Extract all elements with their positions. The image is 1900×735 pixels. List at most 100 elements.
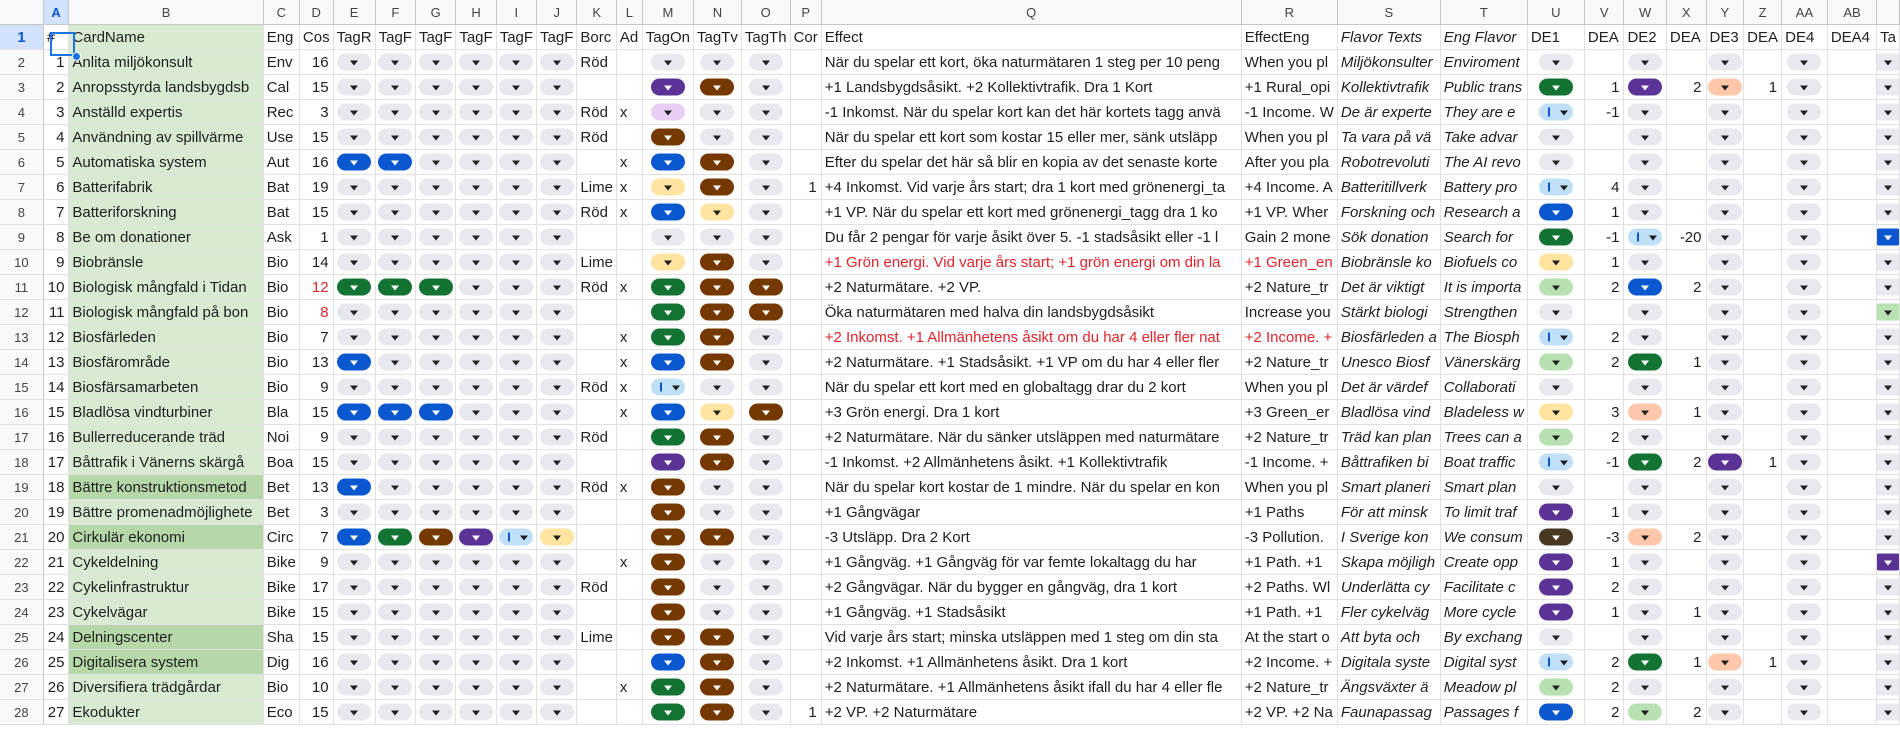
cell-b[interactable]: Bättre promenadmöjlighete [68, 499, 264, 525]
cell-aa[interactable] [1781, 374, 1828, 400]
cell-v[interactable]: 1 [1584, 199, 1625, 225]
tag-dropdown-chip[interactable] [459, 203, 493, 221]
cell-ac[interactable] [1876, 499, 1900, 525]
cell-p[interactable] [790, 324, 822, 350]
tag-dropdown-chip[interactable] [1707, 378, 1742, 396]
column-header[interactable]: R [1241, 0, 1338, 25]
cell-s[interactable]: Robotrevoluti [1337, 149, 1441, 175]
cell-x[interactable] [1666, 574, 1707, 600]
cell-r[interactable]: -3 Pollution. [1241, 524, 1338, 550]
tag-dropdown-chip[interactable] [378, 178, 413, 196]
cell-o[interactable] [741, 399, 791, 425]
cell-a[interactable]: 1 [43, 49, 70, 75]
cell-q[interactable]: +2 Naturmätare. +2 VP. [821, 274, 1242, 300]
cell-j[interactable] [536, 474, 578, 500]
cell-o[interactable] [741, 549, 791, 575]
tag-dropdown-chip[interactable] [650, 303, 685, 321]
cell-q[interactable]: +2 Naturmätare. +1 Stadsåsikt. +1 VP om … [821, 349, 1242, 375]
cell-nn[interactable] [693, 674, 742, 700]
cell-t[interactable]: Vänerskärg [1440, 349, 1528, 375]
tag-dropdown-chip[interactable] [1538, 128, 1573, 146]
cell-l[interactable]: x [616, 549, 643, 575]
tag-dropdown-chip[interactable] [700, 128, 735, 146]
cell-r[interactable]: +2 Income. + [1241, 324, 1338, 350]
cell-s[interactable]: Bladlösa vind [1337, 399, 1441, 425]
cell-z[interactable] [1743, 699, 1783, 725]
tag-dropdown-chip[interactable] [650, 403, 685, 421]
tag-dropdown-chip[interactable] [1787, 53, 1822, 71]
tag-dropdown-chip[interactable] [1876, 78, 1899, 96]
tag-dropdown-chip[interactable] [459, 253, 493, 271]
cell-v[interactable]: 2 [1584, 574, 1625, 600]
tag-dropdown-chip[interactable] [1876, 278, 1899, 296]
cell-z[interactable] [1743, 124, 1783, 150]
cell-p[interactable] [790, 374, 822, 400]
header-cell[interactable]: Cos [299, 24, 334, 50]
cell-c[interactable]: Bat [263, 199, 300, 225]
cell-r[interactable]: Increase you [1241, 299, 1338, 325]
cell-l[interactable] [616, 499, 643, 525]
cell-a[interactable]: 13 [43, 349, 70, 375]
cell-ac[interactable] [1876, 349, 1900, 375]
cell-o[interactable] [741, 224, 791, 250]
tag-dropdown-chip[interactable] [459, 378, 493, 396]
tag-dropdown-chip[interactable] [1538, 553, 1573, 571]
cell-e[interactable] [333, 249, 376, 275]
select-all-corner[interactable] [0, 0, 44, 25]
cell-e[interactable] [333, 699, 376, 725]
tag-dropdown-chip[interactable] [1876, 53, 1899, 71]
cell-c[interactable]: Bike [263, 599, 300, 625]
cell-w[interactable] [1623, 449, 1667, 475]
cell-v[interactable]: 1 [1584, 249, 1625, 275]
tag-dropdown-chip[interactable] [337, 628, 372, 646]
tag-dropdown-chip[interactable] [650, 553, 685, 571]
cell-y[interactable] [1706, 399, 1745, 425]
cell-e[interactable] [333, 624, 376, 650]
tag-dropdown-chip[interactable] [378, 203, 413, 221]
cell-k[interactable] [576, 324, 617, 350]
cell-c[interactable]: Aut [263, 149, 300, 175]
cell-b[interactable]: Be om donationer [68, 224, 264, 250]
tag-dropdown-chip[interactable] [650, 53, 685, 71]
cell-a[interactable]: 7 [43, 199, 70, 225]
cell-m[interactable] [642, 149, 695, 175]
cell-q[interactable]: +1 Landsbygdsåsikt. +2 Kollektivtrafik. … [821, 74, 1242, 100]
tag-dropdown-chip[interactable] [1876, 628, 1899, 646]
tag-dropdown-chip[interactable] [378, 228, 413, 246]
cell-s[interactable]: Skapa möjligh [1337, 549, 1441, 575]
cell-k[interactable] [576, 599, 617, 625]
cell-h[interactable] [455, 324, 497, 350]
cell-ac[interactable] [1876, 274, 1900, 300]
cell-f[interactable] [375, 149, 416, 175]
cell-b[interactable]: Batteriforskning [68, 199, 264, 225]
cell-ab[interactable] [1827, 49, 1878, 75]
tag-dropdown-chip[interactable] [650, 653, 685, 671]
cell-d[interactable]: 9 [299, 424, 334, 450]
cell-f[interactable] [375, 524, 416, 550]
cell-a[interactable]: 18 [43, 474, 70, 500]
cell-u[interactable] [1527, 549, 1585, 575]
tag-dropdown-chip[interactable] [499, 203, 534, 221]
tag-dropdown-chip[interactable] [1538, 328, 1573, 346]
cell-u[interactable] [1527, 424, 1585, 450]
cell-i[interactable] [496, 649, 538, 675]
cell-l[interactable] [616, 124, 643, 150]
tag-dropdown-chip[interactable] [418, 628, 453, 646]
cell-ac[interactable] [1876, 449, 1900, 475]
cell-b[interactable]: Biologisk mångfald i Tidan [68, 274, 264, 300]
tag-dropdown-chip[interactable] [1538, 703, 1573, 721]
cell-d[interactable]: 9 [299, 374, 334, 400]
cell-c[interactable]: Bio [263, 349, 300, 375]
column-header[interactable]: AA [1781, 0, 1828, 25]
cell-ac[interactable] [1876, 549, 1900, 575]
cell-l[interactable] [616, 699, 643, 725]
tag-dropdown-chip[interactable] [1538, 653, 1573, 671]
tag-dropdown-chip[interactable] [539, 203, 574, 221]
cell-k[interactable]: Lime [576, 174, 617, 200]
tag-dropdown-chip[interactable] [459, 128, 493, 146]
cell-c[interactable]: Bet [263, 499, 300, 525]
column-header[interactable]: K [576, 0, 617, 25]
cell-i[interactable] [496, 174, 538, 200]
cell-y[interactable] [1706, 424, 1745, 450]
cell-ab[interactable] [1827, 224, 1878, 250]
